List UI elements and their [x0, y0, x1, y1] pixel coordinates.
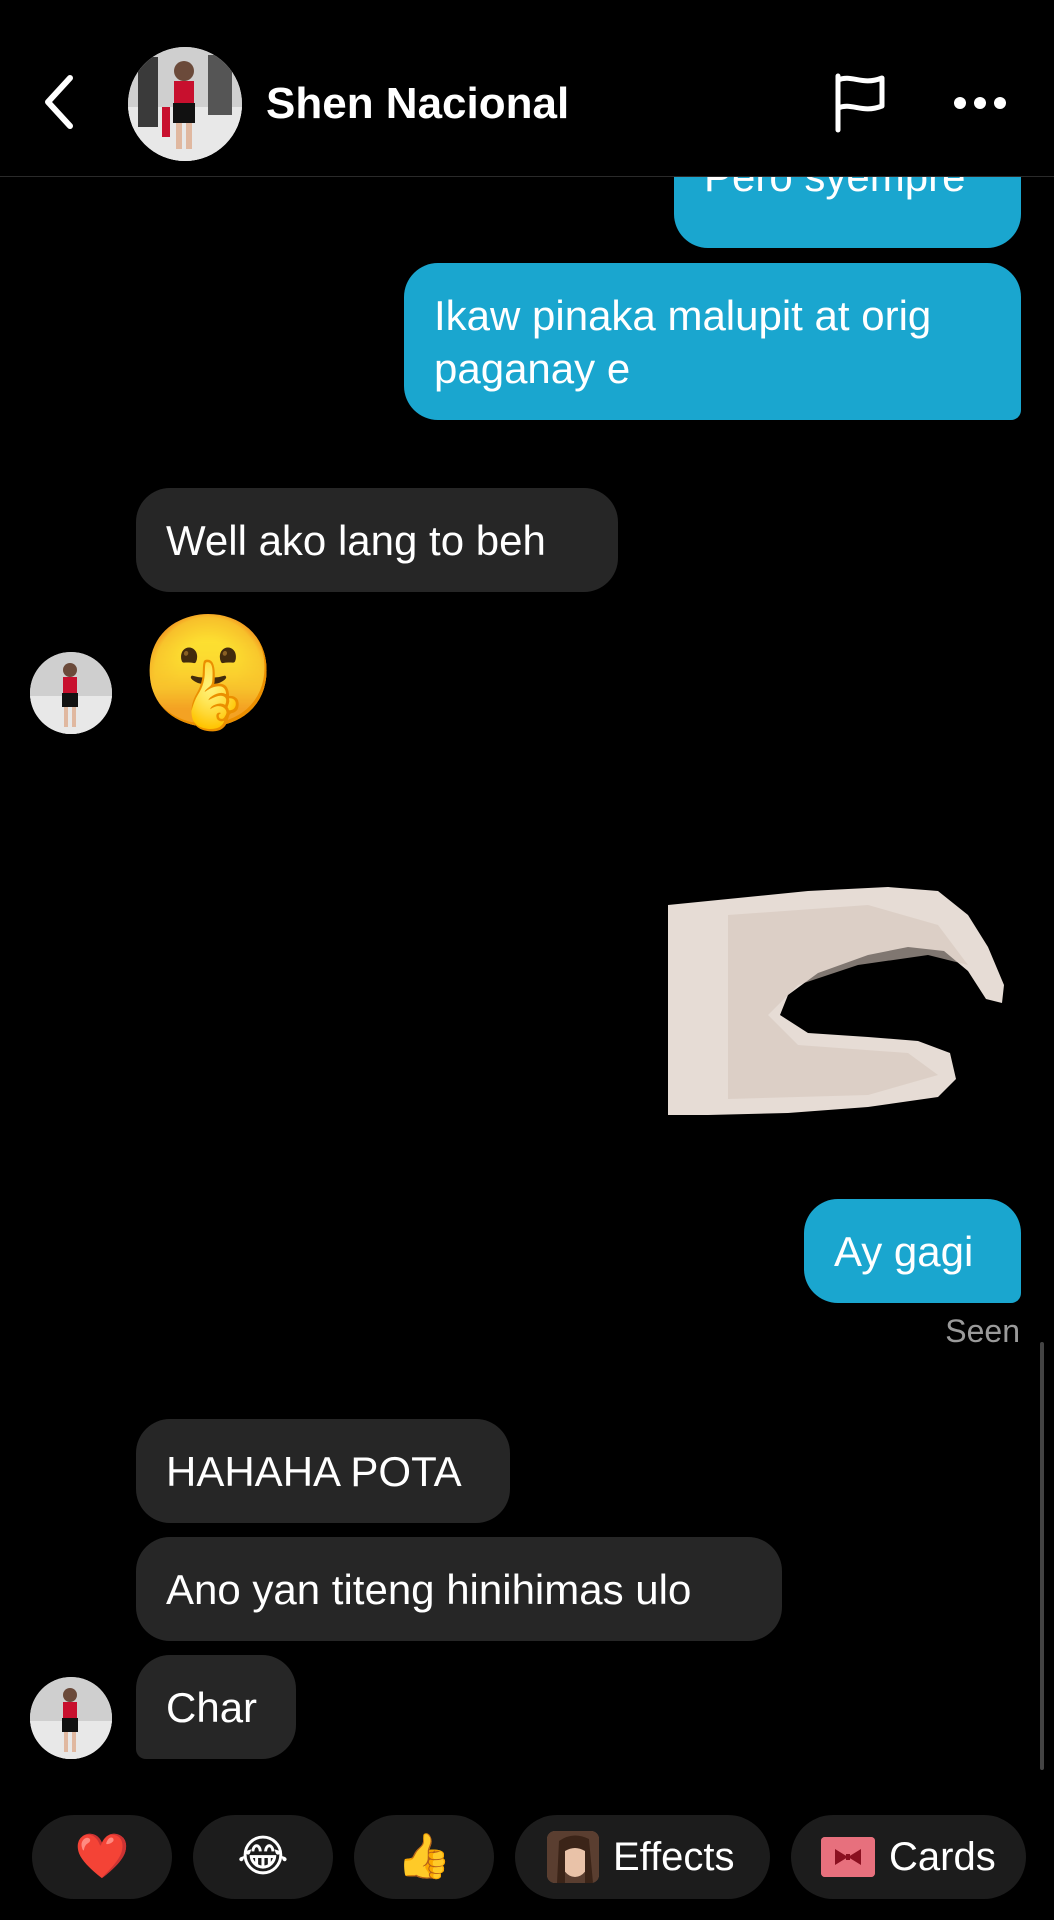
heart-icon: ❤️ [74, 1832, 130, 1881]
message-incoming[interactable]: HAHAHA POTA [136, 1419, 510, 1523]
message-outgoing[interactable]: Ay gagi [804, 1199, 1021, 1303]
laugh-reaction-button[interactable]: 😂 [193, 1815, 333, 1899]
message-outgoing[interactable]: Ikaw pinaka malupit at orig paganay e [404, 263, 1021, 420]
message-text: Char [166, 1683, 258, 1731]
effects-button[interactable]: Effects [515, 1815, 770, 1899]
contact-avatar[interactable] [128, 47, 242, 161]
message-incoming[interactable]: Well ako lang to beh [136, 488, 618, 592]
cards-label: Cards [889, 1834, 996, 1879]
message-text: Ikaw pinaka malupit at orig paganay e [434, 292, 932, 392]
message-text: Well ako lang to beh [166, 516, 546, 564]
thumbs-up-icon: 👍 [396, 1832, 452, 1881]
shushing-emoji-message[interactable]: 🤫 [140, 610, 277, 734]
effects-thumbnail-icon [547, 1831, 599, 1883]
laughing-icon: 😂 [237, 1832, 289, 1881]
gift-card-icon [821, 1837, 875, 1877]
contact-name[interactable]: Shen Nacional [266, 76, 569, 132]
heart-reaction-button[interactable]: ❤️ [32, 1815, 172, 1899]
thumbs-up-reaction-button[interactable]: 👍 [354, 1815, 494, 1899]
effects-label: Effects [613, 1834, 735, 1879]
back-chevron-icon[interactable] [36, 70, 84, 134]
chat-header: Shen Nacional [0, 0, 1054, 177]
seen-status: Seen [945, 1313, 1020, 1349]
sender-avatar[interactable] [30, 652, 112, 734]
flag-icon[interactable] [830, 72, 890, 134]
cards-button[interactable]: Cards [791, 1815, 1026, 1899]
hand-sticker[interactable] [668, 885, 1022, 1117]
message-text: HAHAHA POTA [166, 1447, 462, 1495]
message-text: Ay gagi [834, 1227, 974, 1275]
message-incoming[interactable]: Char [136, 1655, 296, 1759]
more-icon[interactable] [952, 94, 1008, 112]
sender-avatar[interactable] [30, 1677, 112, 1759]
message-incoming[interactable]: Ano yan titeng hinihimas ulo [136, 1537, 782, 1641]
message-text: Ano yan titeng hinihimas ulo [166, 1565, 692, 1613]
scrollbar[interactable] [1040, 1342, 1044, 1770]
